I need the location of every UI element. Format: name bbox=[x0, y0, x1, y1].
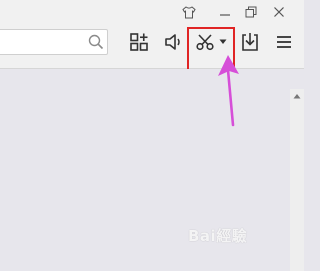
scroll-up-arrow-icon[interactable] bbox=[293, 93, 301, 99]
search-icon[interactable] bbox=[87, 33, 105, 51]
minimize-icon[interactable] bbox=[214, 2, 236, 22]
speaker-icon[interactable] bbox=[161, 29, 185, 55]
vertical-scrollbar[interactable] bbox=[290, 89, 304, 271]
watermark-text: Bai經驗 bbox=[188, 227, 248, 245]
watermark: Bai經驗 bbox=[188, 225, 247, 246]
apps-grid-plus-icon[interactable] bbox=[127, 29, 151, 55]
page-content-area bbox=[0, 69, 304, 271]
close-icon[interactable] bbox=[268, 2, 290, 22]
title-bar bbox=[0, 0, 304, 24]
hamburger-menu-icon[interactable] bbox=[272, 29, 296, 55]
shirt-icon[interactable] bbox=[178, 2, 200, 22]
download-icon[interactable] bbox=[238, 29, 262, 55]
restore-icon[interactable] bbox=[240, 2, 262, 22]
screenshot-highlight-box bbox=[187, 27, 235, 73]
